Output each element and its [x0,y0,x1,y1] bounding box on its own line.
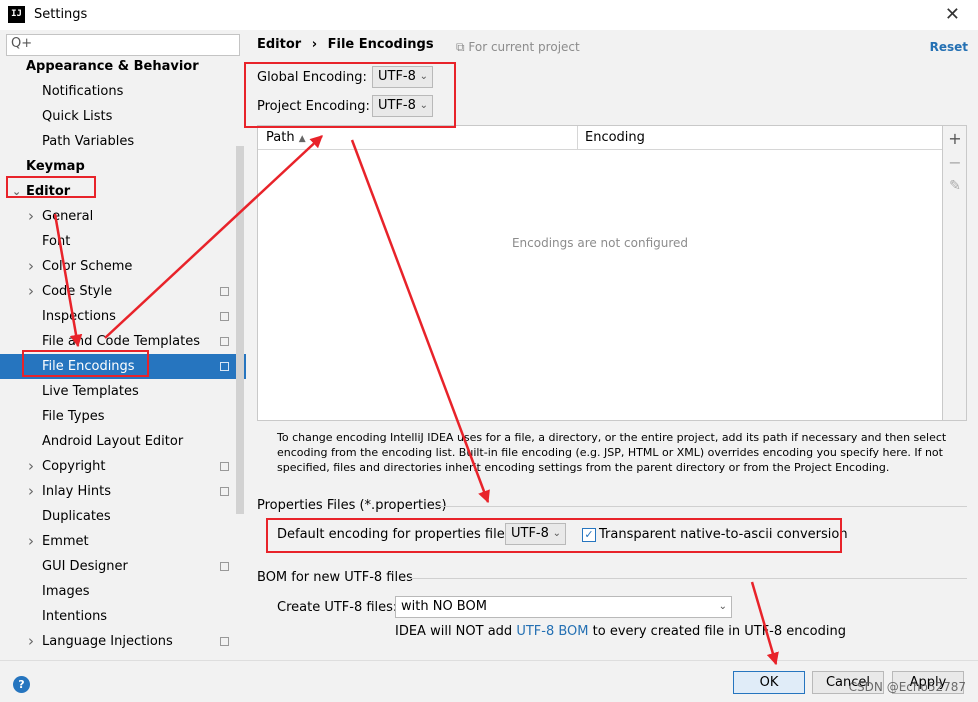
annotation-arrows [53,135,779,666]
arrow-file-encodings-to-global [104,135,323,339]
watermark: CSDN @Echo52787 [848,680,966,694]
arrow-editor-to-file-encodings [53,213,83,348]
arrow-to-ok-button [750,581,779,666]
arrow-to-properties [350,139,490,504]
